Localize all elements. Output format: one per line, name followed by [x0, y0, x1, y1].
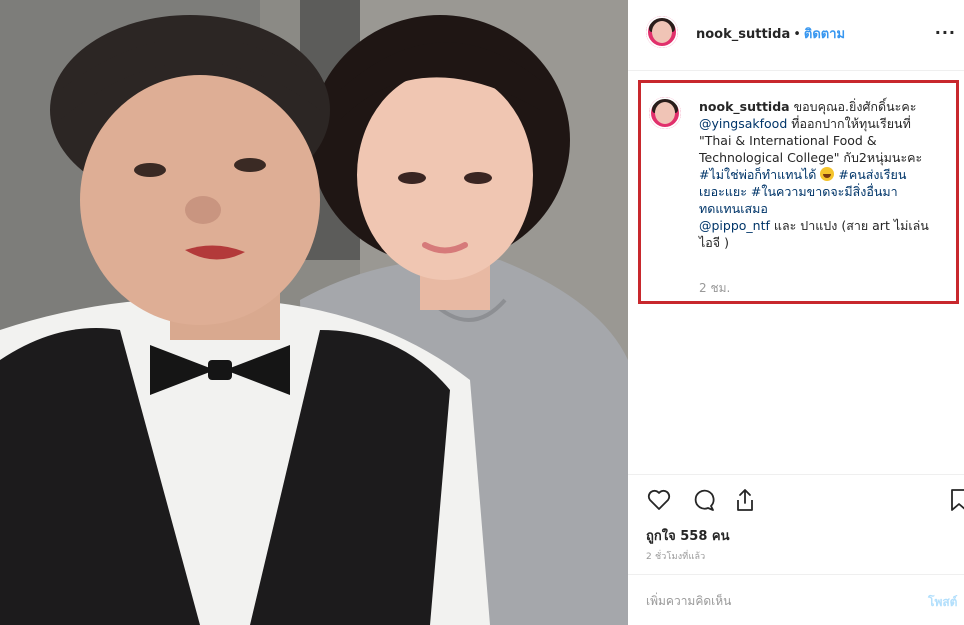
post-photo[interactable] — [0, 0, 628, 625]
hashtag-link[interactable]: #ไม่ใช่พ่อก็ทำแทนได้ — [699, 167, 816, 182]
laughing-emoji-icon — [820, 167, 835, 181]
caption-line: #ไม่ใช่พ่อก็ทำแทนได้ #คนส่งเรียน — [699, 166, 954, 183]
header-line: nook_suttida • ติดตาม — [696, 23, 845, 44]
caption-line: @yingsakfood ที่ออกปากให้ทุนเรียนที่ — [699, 115, 954, 132]
mention-link[interactable]: @pippo_ntf — [699, 218, 770, 233]
caption-line: ทดแทนเสมอ — [699, 200, 954, 217]
hashtag-link[interactable]: เยอะแยะ — [699, 184, 747, 199]
comment-icon[interactable] — [690, 487, 716, 513]
heart-icon[interactable] — [646, 487, 672, 513]
avatar-ring — [646, 16, 678, 48]
follow-button[interactable]: ติดตาม — [804, 27, 845, 42]
caption-line: Technological College" กับ2หนุ่มนะคะ — [699, 150, 923, 165]
actions-divider — [628, 474, 964, 475]
caption-avatar[interactable] — [649, 97, 681, 129]
hashtag-link[interactable]: #ในความขาดจะมีสิ่งอื่นมา — [751, 184, 898, 199]
caption-line: ไอจี ) — [699, 235, 729, 250]
caption-line: เยอะแยะ #ในความขาดจะมีสิ่งอื่นมา — [699, 183, 954, 200]
author-avatar[interactable] — [646, 16, 678, 48]
add-comment-input[interactable] — [646, 588, 916, 614]
caption-highlight: nook_suttida ขอบคุณอ.ยิ่งศักดิ์นะคะ @yin… — [638, 80, 959, 304]
caption-line: nook_suttida ขอบคุณอ.ยิ่งศักดิ์นะคะ — [699, 98, 954, 115]
caption-timestamp[interactable]: 2 ชม. — [699, 279, 730, 298]
caption-line: "Thai & International Food & — [699, 133, 877, 148]
header-separator: • — [793, 27, 801, 42]
photo-illustration — [0, 0, 628, 625]
comment-divider — [628, 574, 964, 575]
instagram-post: nook_suttida • ติดตาม ... nook_suttida ขอบ… — [0, 0, 964, 625]
post-header: nook_suttida • ติดตาม ... — [628, 0, 964, 71]
hashtag-link[interactable]: ทดแทนเสมอ — [699, 201, 768, 216]
caption-text-segment: ที่ออกปากให้ทุนเรียนที่ — [791, 116, 911, 131]
post-age[interactable]: 2 ชั่วโมงที่แล้ว — [646, 549, 705, 563]
caption-text-segment: และ ปาแปง (สาย art ไม่เล่น — [773, 218, 929, 233]
caption-line: @pippo_ntf และ ปาแปง (สาย art ไม่เล่น — [699, 217, 954, 234]
bookmark-icon[interactable] — [946, 487, 964, 513]
caption-username[interactable]: nook_suttida — [699, 99, 790, 114]
caption-text-segment: ขอบคุณอ.ยิ่งศักดิ์นะคะ — [793, 99, 917, 114]
author-username[interactable]: nook_suttida — [696, 27, 790, 42]
more-options-button[interactable]: ... — [935, 19, 956, 38]
mention-link[interactable]: @yingsakfood — [699, 116, 787, 131]
share-icon[interactable] — [732, 487, 758, 513]
caption-text: nook_suttida ขอบคุณอ.ยิ่งศักดิ์นะคะ @yin… — [699, 98, 954, 251]
likes-count[interactable]: ถูกใจ 558 คน — [646, 525, 729, 546]
post-side-panel: nook_suttida • ติดตาม ... nook_suttida ขอบ… — [628, 0, 964, 625]
post-comment-button[interactable]: โพสต์ — [928, 593, 957, 612]
hashtag-link[interactable]: #คนส่งเรียน — [838, 167, 906, 182]
avatar-ring — [649, 97, 681, 129]
